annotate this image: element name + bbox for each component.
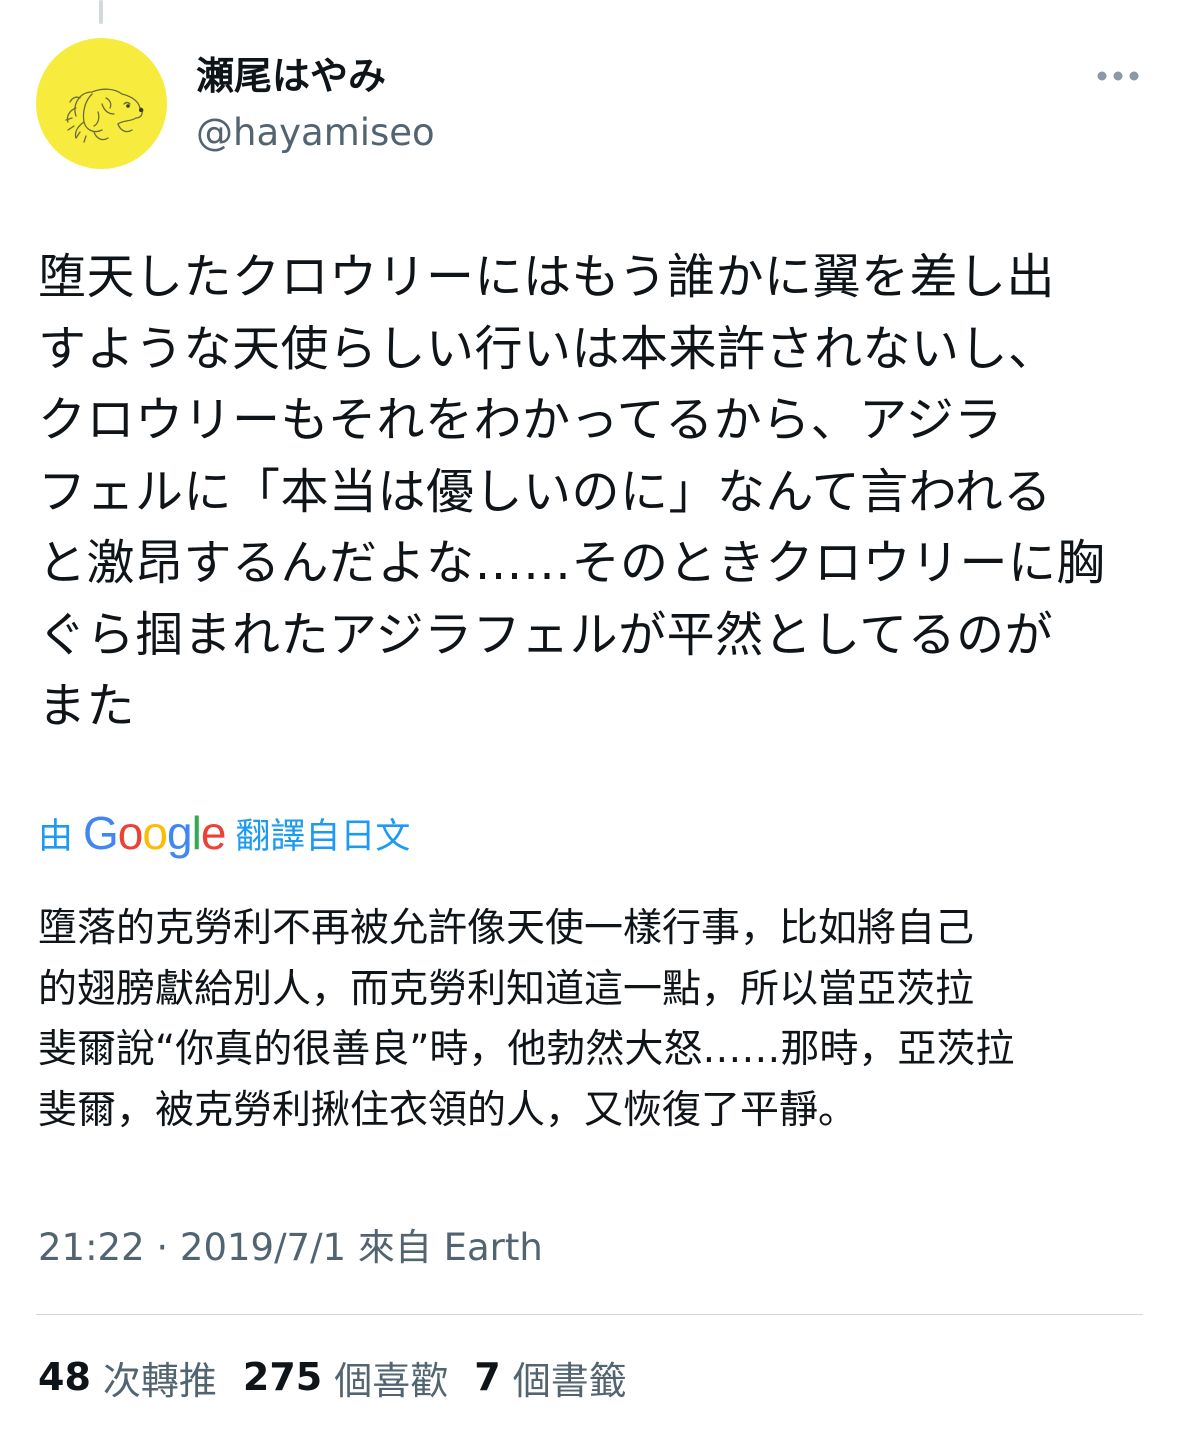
author-handle[interactable]: @hayamiseo [196, 110, 435, 156]
google-logo-letter: G [83, 807, 119, 859]
translated-by-google-link[interactable]: 由 Google 翻譯自日文 [38, 806, 410, 860]
tweet-text-line: フェルに「本当は優しいのに」なんて言われる [38, 463, 1052, 520]
likes-label: 個喜歡 [334, 1358, 449, 1403]
translated-text-line: 墮落的克勞利不再被允許像天使一樣行事，比如將自己 [38, 906, 975, 951]
likes-count: 275 [242, 1355, 323, 1399]
tweet-text: 堕天したクロウリーにはもう誰かに翼を差し出 すような天使らしい行いは本来許されな… [38, 242, 1143, 743]
translated-text: 墮落的克勞利不再被允許像天使一樣行事，比如將自己 的翅膀獻給別人，而克勞利知道這… [38, 899, 1143, 1141]
translated-text-line: 斐爾，被克勞利揪住衣領的人，又恢復了平靜。 [38, 1087, 858, 1133]
more-options-button[interactable] [1086, 52, 1150, 100]
tweet-stats: 48 次轉推 275 個喜歡 7 個書籤 [38, 1350, 653, 1404]
divider [36, 1314, 1143, 1315]
translated-by-prefix: 由 [38, 816, 74, 857]
author-display-name[interactable]: 瀬尾はやみ [196, 52, 386, 100]
avatar[interactable] [36, 38, 167, 169]
tweet-text-line: また [38, 678, 136, 734]
translated-text-line: 斐爾說“你真的很善良”時，他勃然大怒……那時，亞茨拉 [38, 1027, 1015, 1072]
bookmarks-stat[interactable]: 7 個書籤 [474, 1350, 626, 1405]
retweets-count: 48 [38, 1355, 91, 1399]
tweet-text-line: ぐら掴まれたアジラフェルが平然としてるのが [38, 606, 1054, 663]
dog-sketch-icon [65, 88, 144, 143]
retweets-label: 次轉推 [102, 1358, 217, 1403]
bookmarks-label: 個書籤 [512, 1358, 627, 1403]
bookmarks-count: 7 [474, 1355, 501, 1399]
thread-connector-line [99, 0, 103, 24]
google-logo: Google [83, 807, 227, 859]
tweet-text-line: と激昂するんだよな……そのときクロウリーに胸 [38, 535, 1106, 591]
likes-stat[interactable]: 275 個喜歡 [243, 1350, 448, 1405]
translated-from-language: 翻譯自日文 [235, 816, 411, 857]
google-logo-letter: g [166, 807, 193, 859]
google-logo-letter: o [117, 807, 144, 859]
google-logo-letter: e [200, 807, 227, 859]
tweet-timestamp[interactable]: 21:22 · 2019/7/1 來自 Earth [38, 1224, 543, 1272]
tweet-text-line: 堕天したクロウリーにはもう誰かに翼を差し出 [38, 249, 1056, 305]
tweet-text-line: すような天使らしい行いは本来許されないし、 [38, 320, 1057, 377]
retweets-stat[interactable]: 48 次轉推 [38, 1350, 217, 1405]
more-horizontal-icon [1097, 71, 1139, 81]
translated-text-line: 的翅膀獻給別人，而克勞利知道這一點，所以當亞茨拉 [38, 966, 975, 1012]
google-logo-letter: o [142, 807, 168, 859]
google-logo-letter: l [191, 807, 202, 859]
tweet-text-line: クロウリーもそれをわかってるから、アジラ [38, 392, 1003, 448]
